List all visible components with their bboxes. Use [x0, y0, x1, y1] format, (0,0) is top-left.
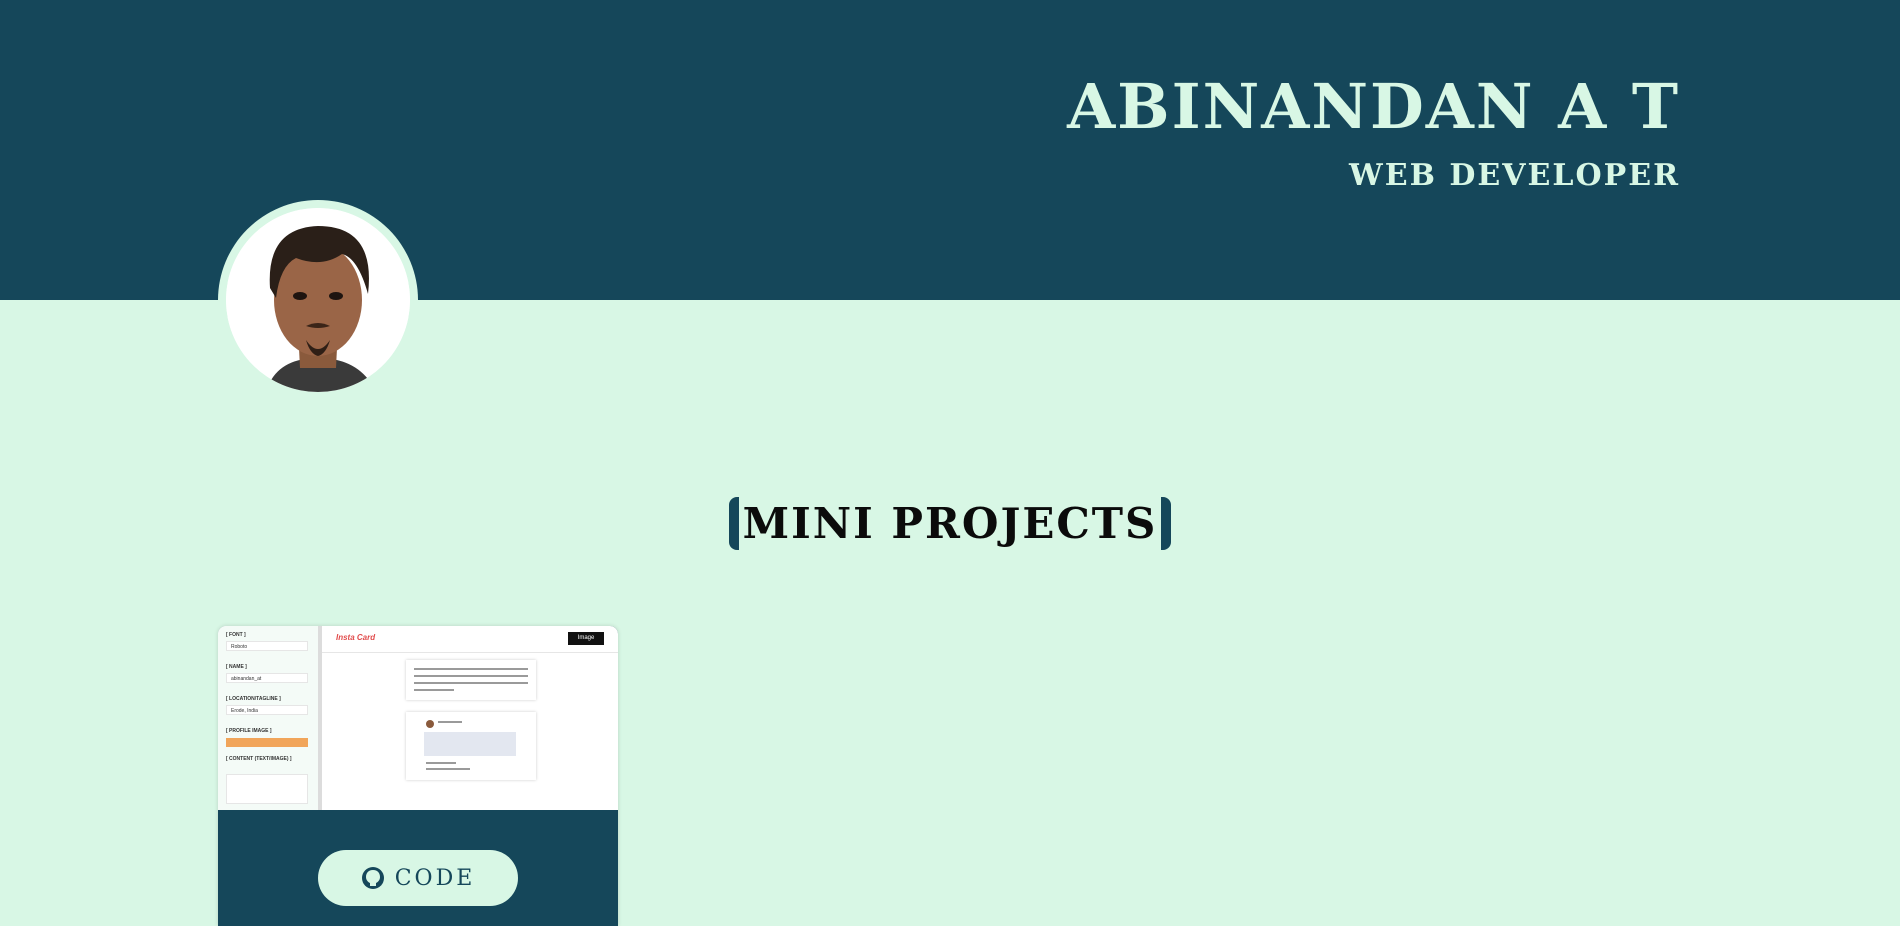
section-title-text: MINI PROJECTS — [742, 499, 1158, 548]
avatar — [226, 208, 410, 392]
developer-role: WEB DEVELOPER — [1349, 158, 1680, 193]
project-preview-image[interactable]: [ FONT ] Roboto [ NAME ] abinandan_at [ … — [218, 626, 618, 810]
code-button-label: CODE — [394, 865, 476, 891]
projects-section-header: MINI PROJECTS — [0, 495, 1900, 552]
preview-name-field: abinandan_at — [226, 673, 308, 683]
avatar-photo — [226, 208, 410, 392]
github-icon — [361, 867, 384, 889]
preview-sidebar: [ FONT ] Roboto [ NAME ] abinandan_at [ … — [218, 626, 322, 810]
preview-name-label: [ NAME ] — [226, 664, 247, 670]
project-card-footer: CODE — [218, 810, 618, 926]
project-card: [ FONT ] Roboto [ NAME ] abinandan_at [ … — [218, 626, 618, 926]
developer-name: ABINANDAN A T — [1067, 70, 1680, 143]
preview-location-field: Erode, India — [226, 705, 308, 715]
preview-download-button: Image — [568, 632, 604, 645]
left-bracket-decoration — [728, 497, 739, 550]
preview-font-field: Roboto — [226, 641, 308, 651]
right-bracket-decoration — [1161, 497, 1172, 550]
preview-description-box — [406, 660, 536, 700]
preview-insta-card — [406, 712, 536, 780]
preview-content-field — [226, 774, 308, 804]
preview-content-label: [ CONTENT (TEXT/IMAGE) ] — [226, 756, 292, 762]
avatar-frame — [218, 200, 418, 400]
preview-topbar: Insta Card Image — [322, 626, 618, 653]
preview-file-input — [226, 738, 308, 747]
preview-location-label: [ LOCATION/TAGLINE ] — [226, 696, 281, 702]
preview-profile-label: [ PROFILE IMAGE ] — [226, 728, 272, 734]
section-title: MINI PROJECTS — [728, 495, 1172, 552]
preview-app-logo: Insta Card — [336, 633, 376, 642]
code-button[interactable]: CODE — [318, 850, 518, 906]
preview-font-label: [ FONT ] — [226, 632, 246, 638]
